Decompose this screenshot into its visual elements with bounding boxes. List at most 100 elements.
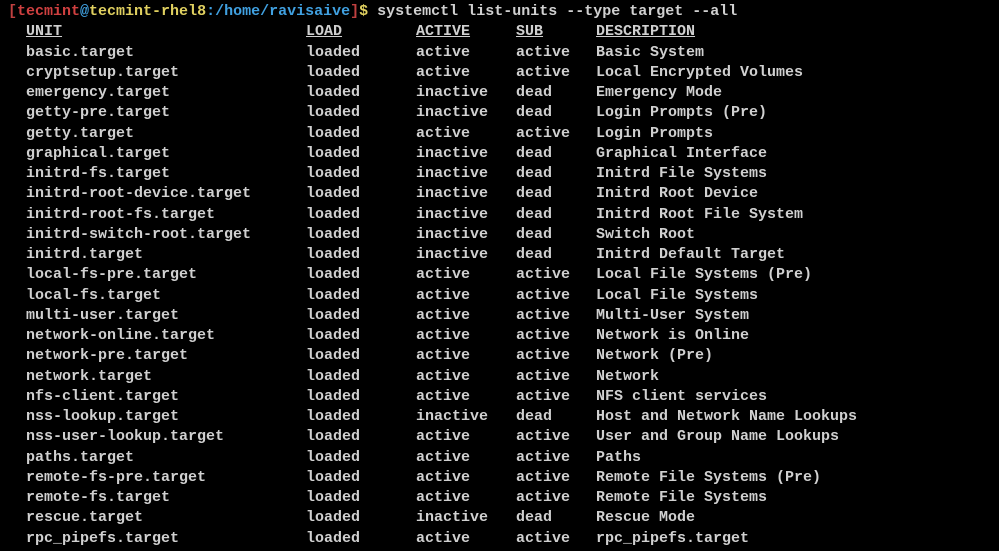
table-row: remote-fs-pre.targetloadedactiveactiveRe… xyxy=(8,468,991,488)
table-body: basic.targetloadedactiveactiveBasic Syst… xyxy=(8,43,991,549)
prompt-host: tecmint-rhel8 xyxy=(89,3,206,20)
cell-description: Local File Systems (Pre) xyxy=(596,265,991,285)
cell-sub: active xyxy=(516,43,596,63)
command-text[interactable]: systemctl list-units --type target --all xyxy=(377,3,737,20)
cell-unit: basic.target xyxy=(26,43,306,63)
cell-load: loaded xyxy=(306,367,416,387)
cell-load: loaded xyxy=(306,387,416,407)
cell-active: active xyxy=(416,326,516,346)
cell-unit: initrd-root-device.target xyxy=(26,184,306,204)
cell-sub: active xyxy=(516,488,596,508)
cell-load: loaded xyxy=(306,103,416,123)
row-lead xyxy=(8,124,26,144)
cell-load: loaded xyxy=(306,306,416,326)
cell-description: Multi-User System xyxy=(596,306,991,326)
table-row: initrd-switch-root.targetloadedinactived… xyxy=(8,225,991,245)
cell-sub: dead xyxy=(516,225,596,245)
prompt-colon: : xyxy=(206,3,215,20)
cell-unit: getty-pre.target xyxy=(26,103,306,123)
cell-unit: network-online.target xyxy=(26,326,306,346)
cell-sub: dead xyxy=(516,103,596,123)
table-row: paths.targetloadedactiveactivePaths xyxy=(8,448,991,468)
cell-load: loaded xyxy=(306,164,416,184)
cell-description: Initrd File Systems xyxy=(596,164,991,184)
cell-load: loaded xyxy=(306,245,416,265)
cell-active: inactive xyxy=(416,103,516,123)
cell-description: Host and Network Name Lookups xyxy=(596,407,991,427)
cell-sub: active xyxy=(516,367,596,387)
row-lead xyxy=(8,367,26,387)
row-lead xyxy=(8,103,26,123)
row-lead xyxy=(8,488,26,508)
table-row: network-pre.targetloadedactiveactiveNetw… xyxy=(8,346,991,366)
row-lead xyxy=(8,43,26,63)
cell-active: active xyxy=(416,265,516,285)
cell-sub: dead xyxy=(516,245,596,265)
cell-load: loaded xyxy=(306,508,416,528)
cell-active: active xyxy=(416,427,516,447)
cell-active: inactive xyxy=(416,164,516,184)
cell-sub: dead xyxy=(516,407,596,427)
cell-description: Emergency Mode xyxy=(596,83,991,103)
cell-load: loaded xyxy=(306,488,416,508)
prompt-open-bracket: [ xyxy=(8,3,17,20)
header-description: DESCRIPTION xyxy=(596,22,991,42)
table-row: emergency.targetloadedinactivedeadEmerge… xyxy=(8,83,991,103)
cell-load: loaded xyxy=(306,427,416,447)
cell-sub: dead xyxy=(516,144,596,164)
table-row: initrd-root-fs.targetloadedinactivedeadI… xyxy=(8,205,991,225)
cell-sub: dead xyxy=(516,184,596,204)
cell-description: Login Prompts xyxy=(596,124,991,144)
cell-load: loaded xyxy=(306,205,416,225)
cell-unit: getty.target xyxy=(26,124,306,144)
cell-sub: active xyxy=(516,448,596,468)
cell-description: User and Group Name Lookups xyxy=(596,427,991,447)
cell-sub: active xyxy=(516,63,596,83)
cell-active: inactive xyxy=(416,245,516,265)
cell-load: loaded xyxy=(306,144,416,164)
cell-active: inactive xyxy=(416,83,516,103)
cell-unit: local-fs.target xyxy=(26,286,306,306)
row-lead xyxy=(8,184,26,204)
cell-unit: initrd-switch-root.target xyxy=(26,225,306,245)
cell-sub: active xyxy=(516,387,596,407)
cell-load: loaded xyxy=(306,286,416,306)
cell-sub: active xyxy=(516,286,596,306)
cell-active: inactive xyxy=(416,205,516,225)
cell-sub: dead xyxy=(516,164,596,184)
table-row: nss-lookup.targetloadedinactivedeadHost … xyxy=(8,407,991,427)
row-lead xyxy=(8,225,26,245)
cell-load: loaded xyxy=(306,346,416,366)
header-sub: SUB xyxy=(516,22,596,42)
cell-description: Switch Root xyxy=(596,225,991,245)
cell-description: Initrd Default Target xyxy=(596,245,991,265)
cell-load: loaded xyxy=(306,468,416,488)
cell-unit: local-fs-pre.target xyxy=(26,265,306,285)
table-row: local-fs.targetloadedactiveactiveLocal F… xyxy=(8,286,991,306)
cell-unit: nss-user-lookup.target xyxy=(26,427,306,447)
cell-load: loaded xyxy=(306,529,416,549)
cell-sub: active xyxy=(516,326,596,346)
cell-unit: network-pre.target xyxy=(26,346,306,366)
row-lead xyxy=(8,306,26,326)
cell-sub: active xyxy=(516,529,596,549)
table-row: initrd-root-device.targetloadedinactived… xyxy=(8,184,991,204)
row-lead xyxy=(8,326,26,346)
row-lead xyxy=(8,387,26,407)
cell-load: loaded xyxy=(306,124,416,144)
prompt-line: [tecmint@tecmint-rhel8:/home/ravisaive]$… xyxy=(8,2,991,22)
cell-unit: paths.target xyxy=(26,448,306,468)
prompt-user: tecmint xyxy=(17,3,80,20)
cell-description: Network is Online xyxy=(596,326,991,346)
cell-description: Graphical Interface xyxy=(596,144,991,164)
cell-active: active xyxy=(416,286,516,306)
table-row: cryptsetup.targetloadedactiveactiveLocal… xyxy=(8,63,991,83)
cell-unit: rescue.target xyxy=(26,508,306,528)
cell-description: Remote File Systems xyxy=(596,488,991,508)
row-lead xyxy=(8,529,26,549)
cell-unit: initrd-root-fs.target xyxy=(26,205,306,225)
cell-description: Rescue Mode xyxy=(596,508,991,528)
cell-sub: dead xyxy=(516,508,596,528)
row-lead xyxy=(8,265,26,285)
cell-active: inactive xyxy=(416,144,516,164)
